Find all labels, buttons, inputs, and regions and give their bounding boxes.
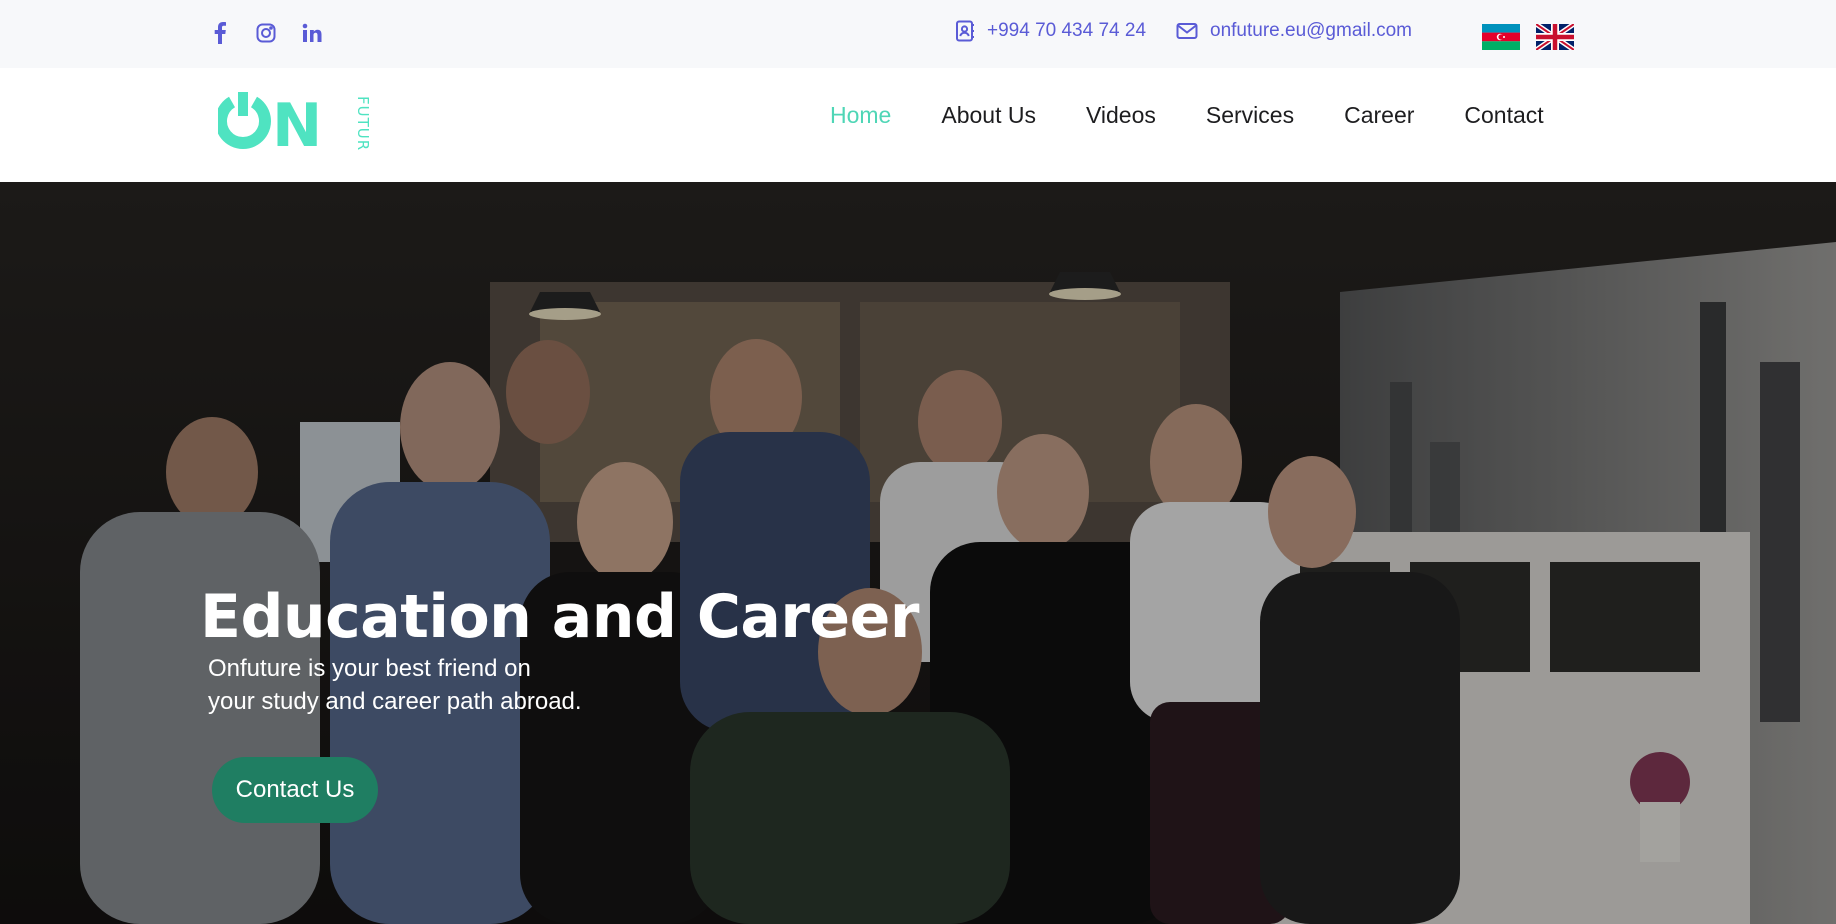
top-bar: +994 70 434 74 24 onfuture.eu@gmail.com	[0, 0, 1836, 68]
phone-link[interactable]: +994 70 434 74 24	[955, 20, 1146, 42]
instagram-link[interactable]	[254, 20, 278, 46]
nav-home[interactable]: Home	[830, 102, 891, 129]
email-link[interactable]: onfuture.eu@gmail.com	[1176, 20, 1412, 42]
hero-section: Education and Career Onfuture is your be…	[0, 182, 1836, 924]
address-book-icon	[956, 20, 974, 42]
instagram-icon	[256, 23, 276, 43]
nav-videos[interactable]: Videos	[1086, 102, 1156, 129]
contact-us-button[interactable]: Contact Us	[212, 757, 378, 823]
social-links	[208, 20, 324, 46]
linkedin-icon	[302, 23, 322, 42]
nav-services[interactable]: Services	[1206, 102, 1294, 129]
linkedin-link[interactable]	[300, 20, 324, 46]
nav-career[interactable]: Career	[1344, 102, 1414, 129]
hero-title: Education and Career	[200, 582, 919, 652]
hero-subtitle-line-1: Onfuture is your best friend on	[208, 655, 531, 682]
nav-about-us[interactable]: About Us	[941, 102, 1036, 129]
facebook-icon	[214, 22, 226, 44]
phone-number: +994 70 434 74 24	[987, 20, 1147, 41]
hero-subtitle: Onfuture is your best friend on your stu…	[208, 652, 628, 718]
logo-text: N	[272, 92, 322, 152]
main-nav: Home About Us Videos Services Career Con…	[830, 102, 1544, 129]
nav-contact[interactable]: Contact	[1464, 102, 1543, 129]
azerbaijan-flag-icon[interactable]	[1482, 24, 1520, 50]
language-switcher	[1482, 24, 1574, 50]
onfuture-logo[interactable]: N FUTURE	[218, 92, 378, 152]
envelope-icon	[1176, 23, 1198, 39]
contact-info: +994 70 434 74 24 onfuture.eu@gmail.com	[955, 20, 1412, 42]
site-header: N FUTURE Home About Us Videos Services C…	[0, 68, 1836, 182]
email-address: onfuture.eu@gmail.com	[1210, 20, 1413, 41]
uk-flag-icon[interactable]	[1536, 24, 1574, 50]
logo-side-text: FUTURE	[354, 96, 372, 152]
facebook-link[interactable]	[208, 20, 232, 46]
hero-subtitle-line-2: your study and career path abroad.	[208, 688, 582, 715]
